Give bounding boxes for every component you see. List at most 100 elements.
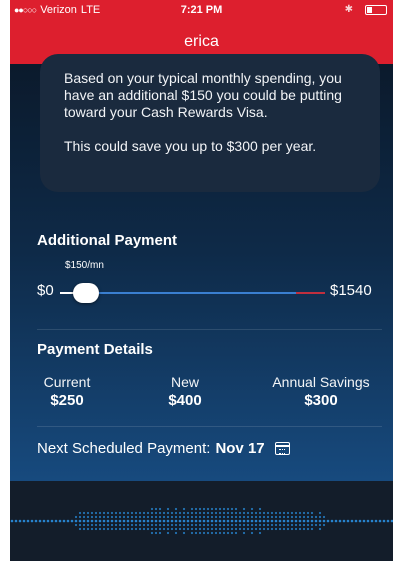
waveform-dot: [362, 519, 366, 523]
waveform-dot: [322, 515, 326, 519]
waveform-dot: [166, 527, 170, 531]
waveform-dot: [122, 515, 126, 519]
phone-screen: ●●○○○ Verizon LTE 7:21 PM ✱ erica Based …: [10, 0, 393, 561]
waveform-dot: [210, 523, 214, 527]
waveform-dot: [162, 527, 166, 531]
waveform-dot: [90, 523, 94, 527]
waveform-dot: [74, 523, 78, 527]
waveform-dot: [242, 519, 246, 523]
waveform-dot: [30, 519, 34, 523]
waveform-dot: [194, 507, 198, 511]
waveform-dot: [266, 519, 270, 523]
waveform-dot: [178, 527, 182, 531]
waveform-dot: [70, 519, 74, 523]
waveform-dot: [186, 519, 190, 523]
waveform-dot: [102, 523, 106, 527]
waveform-dot: [146, 511, 150, 515]
waveform-dot: [262, 527, 266, 531]
waveform-dot: [302, 511, 306, 515]
waveform-dot: [134, 515, 138, 519]
waveform-dot: [278, 527, 282, 531]
waveform-dot: [274, 519, 278, 523]
status-time: 7:21 PM: [180, 4, 223, 16]
waveform-dot: [202, 507, 206, 511]
waveform-dot: [186, 511, 190, 515]
waveform-dot: [126, 511, 130, 515]
waveform-dot: [254, 519, 258, 523]
waveform-dot: [218, 523, 222, 527]
waveform-dot: [206, 507, 210, 511]
waveform-dot: [226, 523, 230, 527]
waveform-dot: [234, 515, 238, 519]
waveform-dot: [142, 523, 146, 527]
waveform-dot: [182, 527, 186, 531]
waveform-dot: [206, 515, 210, 519]
main-content[interactable]: Based on your typical monthly spending, …: [10, 54, 393, 481]
waveform-dot: [138, 515, 142, 519]
waveform-dot: [154, 515, 158, 519]
next-scheduled-payment[interactable]: Next Scheduled Payment: Nov 17: [37, 440, 290, 457]
detail-value: $250: [50, 392, 84, 409]
waveform-dot: [270, 527, 274, 531]
waveform-dot: [110, 523, 114, 527]
waveform-dot: [318, 527, 322, 531]
waveform-dot: [282, 527, 286, 531]
waveform-dot: [90, 511, 94, 515]
waveform-dot: [274, 515, 278, 519]
bluetooth-icon: ✱: [344, 4, 353, 15]
waveform-dot: [170, 527, 174, 531]
waveform-dot: [42, 519, 46, 523]
waveform-dot: [190, 511, 194, 515]
waveform-dot: [250, 507, 254, 511]
waveform-dot: [114, 523, 118, 527]
waveform-dot: [226, 527, 230, 531]
status-right: ✱: [345, 4, 387, 15]
waveform-dot: [82, 519, 86, 523]
waveform-dot: [158, 527, 162, 531]
waveform-dot: [294, 527, 298, 531]
waveform-dot: [334, 519, 338, 523]
waveform-dot: [110, 519, 114, 523]
waveform-dot: [298, 527, 302, 531]
waveform-dot: [214, 523, 218, 527]
waveform-dot: [126, 519, 130, 523]
waveform-dot: [262, 519, 266, 523]
waveform-dot: [386, 519, 390, 523]
waveform-dot: [202, 519, 206, 523]
waveform-dot: [310, 511, 314, 515]
waveform-dot: [102, 519, 106, 523]
waveform-dot: [306, 515, 310, 519]
waveform-dot: [154, 511, 158, 515]
waveform-dot: [150, 511, 154, 515]
waveform-dot: [114, 527, 118, 531]
waveform-dot: [214, 519, 218, 523]
voice-waveform-icon[interactable]: [10, 505, 393, 537]
waveform-dot: [90, 515, 94, 519]
payment-slider[interactable]: [60, 283, 325, 303]
waveform-dot: [86, 511, 90, 515]
waveform-dot: [222, 523, 226, 527]
waveform-dot: [202, 527, 206, 531]
waveform-dot: [254, 515, 258, 519]
waveform-dot: [142, 519, 146, 523]
waveform-dot: [298, 519, 302, 523]
waveform-dot: [278, 511, 282, 515]
waveform-dot: [166, 515, 170, 519]
waveform-dot: [214, 531, 218, 535]
waveform-dot: [198, 519, 202, 523]
divider: [37, 329, 382, 330]
waveform-dot: [134, 523, 138, 527]
waveform-dot: [38, 519, 42, 523]
waveform-dot: [286, 523, 290, 527]
voice-input-bar[interactable]: [10, 481, 393, 561]
payment-detail-annual-savings: Annual Savings $300: [257, 374, 385, 409]
waveform-dot: [102, 515, 106, 519]
slider-thumb[interactable]: [73, 283, 99, 303]
calendar-icon[interactable]: [274, 442, 290, 455]
waveform-dot: [314, 519, 318, 523]
message-paragraph: Based on your typical monthly spending, …: [64, 70, 342, 120]
detail-label: New: [170, 374, 199, 390]
waveform-dot: [78, 515, 82, 519]
waveform-dot: [82, 515, 86, 519]
waveform-dot: [318, 523, 322, 527]
